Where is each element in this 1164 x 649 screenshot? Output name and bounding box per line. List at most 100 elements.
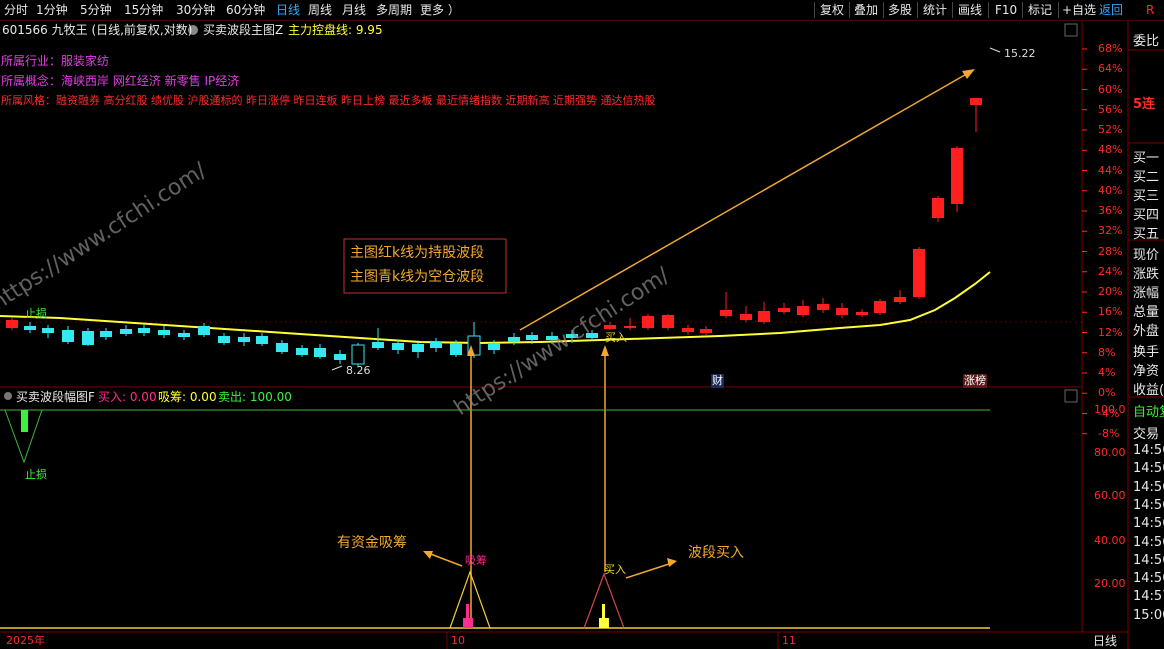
axis-label-11: 24% [1098, 264, 1123, 278]
side-time-6: 14:56 [1133, 552, 1164, 568]
side-commission-ratio: 委比 [1133, 34, 1160, 49]
date-nov-label: 11 [782, 634, 796, 647]
candle [24, 326, 36, 330]
sub-axis-20: 20.00 [1094, 577, 1126, 590]
axis-label-13: 16% [1098, 305, 1123, 319]
candle [82, 331, 94, 345]
top-list-badge[interactable]: 涨榜 [963, 374, 987, 388]
side-row-6: 涨跌 [1133, 267, 1160, 282]
axis-label-17: 0% [1098, 386, 1116, 400]
sub-buy-value: 买入: 0.00 [98, 390, 157, 404]
candle [970, 98, 982, 105]
candle [642, 316, 654, 328]
candle [856, 312, 868, 315]
chart-scroll-up-icon[interactable] [1064, 23, 1078, 37]
candle [256, 336, 268, 344]
candle [874, 301, 886, 313]
wave-buy-label: 波段买入 [688, 545, 744, 561]
side-row-11: 净资 [1133, 364, 1160, 379]
sub-indicator-settings-icon[interactable] [4, 392, 12, 400]
axis-label-5: 48% [1098, 143, 1123, 157]
candle [314, 348, 326, 357]
candle [120, 329, 132, 334]
axis-label-12: 20% [1098, 285, 1123, 298]
sub-absorb-value: 吸筹: 0.00 [158, 390, 217, 404]
stop-loss-main-label: 止损 [25, 307, 47, 320]
finance-badge[interactable]: 财 [711, 374, 724, 388]
buy-sub-label: 买入 [604, 563, 626, 576]
candle [6, 320, 18, 328]
candle [836, 308, 848, 315]
period-indicator-label[interactable]: 日线 [1093, 634, 1117, 648]
date-year-label: 2025年 [6, 634, 45, 647]
sub-axis-60: 60.00 [1094, 489, 1126, 502]
sub-axis-80: 80.00 [1094, 446, 1126, 459]
side-time-5: 14:56 [1133, 534, 1164, 550]
sub-scroll-up-icon[interactable] [1064, 389, 1078, 403]
axis-label-1: 64% [1098, 62, 1123, 76]
side-row-8: 总量 [1133, 305, 1160, 320]
industry-line: 所属行业：服装家纺 [1, 54, 110, 68]
candle [238, 337, 250, 342]
side-row-10: 换手 [1133, 345, 1160, 360]
candle [913, 249, 925, 297]
axis-label-19: -8% [1098, 426, 1120, 440]
candle [951, 148, 963, 204]
annotation-line1: 主图红k线为持股波段 [350, 245, 485, 261]
candle [817, 304, 829, 310]
side-row-4: 买五 [1133, 227, 1160, 242]
axis-label-8: 36% [1098, 204, 1123, 217]
candle [700, 329, 712, 333]
candle [740, 314, 752, 320]
side-row-1: 买二 [1133, 170, 1160, 185]
annotation-line2: 主图青k线为空仓波段 [350, 269, 485, 285]
axis-label-6: 44% [1098, 163, 1123, 177]
side-row-3: 买四 [1133, 208, 1160, 223]
side-row-0: 买一 [1133, 151, 1160, 166]
side-auto-label[interactable]: 自动复 [1133, 401, 1164, 420]
candle [526, 335, 538, 340]
indicator-name[interactable]: 买卖波段主图Z [203, 23, 283, 37]
side-time-3: 14:56 [1133, 497, 1164, 513]
candle [682, 328, 694, 332]
candle [296, 348, 308, 355]
side-trade-label: 交易 [1133, 427, 1160, 442]
side-time-0: 14:56 [1133, 443, 1164, 458]
candle [372, 342, 384, 348]
candle [62, 330, 74, 342]
candle [42, 328, 54, 333]
stock-code-name: 601566 九牧王 (日线,前复权,对数) [2, 23, 193, 37]
side-time-2: 14:56 [1133, 479, 1164, 495]
side-row-5: 现价 [1133, 248, 1160, 263]
candle [351, 344, 365, 365]
candle [158, 330, 170, 335]
concept-line: 所属概念：海峡西岸 网红经济 新零售 IP经济 [1, 74, 240, 88]
buy-main-label: 买入 [605, 331, 627, 344]
side-row-7: 涨幅 [1133, 286, 1160, 301]
axis-label-4: 52% [1098, 123, 1123, 136]
sub-indicator-name[interactable]: 买卖波段幅图F [16, 390, 95, 404]
candle [450, 343, 462, 355]
side-row-9: 外盘 [1133, 324, 1160, 339]
sub-sell-value: 卖出: 100.00 [218, 390, 292, 404]
candle [488, 343, 500, 350]
side-row-2: 买三 [1133, 189, 1160, 204]
high-price-label: 15.22 [1004, 47, 1036, 60]
candle [797, 306, 809, 315]
sub-axis-40: 40.00 [1094, 534, 1126, 547]
side-time-9: 15:00 [1133, 607, 1164, 623]
candle [334, 354, 346, 360]
capital-absorb-label: 有资金吸筹 [337, 535, 407, 551]
axis-label-7: 40% [1098, 183, 1123, 197]
side-time-1: 14:56 [1133, 461, 1164, 477]
stop-loss-sub-label: 止损 [25, 468, 47, 481]
candle [508, 337, 520, 342]
candle [758, 311, 770, 322]
style-line: 所属风格：融资融券 高分红股 绩优股 沪股通标的 昨日涨停 昨日连板 昨日上榜 … [1, 94, 656, 107]
axis-label-9: 32% [1098, 224, 1123, 238]
side-row-12: 收益( [1133, 383, 1164, 398]
candle [276, 343, 288, 352]
side-time-8: 14:57 [1133, 589, 1164, 605]
candle [894, 297, 906, 302]
candle [392, 343, 404, 350]
